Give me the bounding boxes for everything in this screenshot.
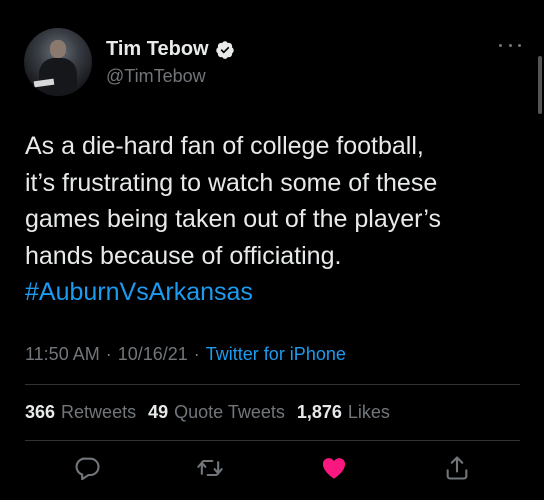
divider [25,384,520,385]
tweet-stats: 366 Retweets 49 Quote Tweets 1,876 Likes [25,402,402,423]
retweets-label[interactable]: Retweets [61,402,136,423]
author-name[interactable]: Tim Tebow [106,38,209,61]
author-handle[interactable]: @TimTebow [106,66,206,87]
divider [25,440,520,441]
author-name-row: Tim Tebow [106,38,235,61]
tweet-body: As a die-hard fan of college football, i… [25,132,442,270]
meta-separator: · [105,344,112,364]
more-options-icon[interactable] [499,40,521,50]
retweet-icon[interactable] [196,454,224,482]
share-icon[interactable] [443,454,471,482]
likes-count[interactable]: 1,876 [297,402,342,423]
tweet-actions [0,448,544,488]
verified-badge-icon [215,40,234,59]
quotes-count[interactable]: 49 [148,402,168,423]
meta-separator: · [193,344,200,364]
hashtag-link[interactable]: #AuburnVsArkansas [25,278,253,306]
tweet-detail: Tim Tebow @TimTebow As a die-hard fan of… [0,0,544,500]
tweet-time[interactable]: 11:50 AM [25,344,100,365]
tweet-text: As a die-hard fan of college football, i… [25,128,525,311]
tweet-source-link[interactable]: Twitter for iPhone [206,344,346,365]
reply-icon[interactable] [74,454,102,482]
tweet-meta: 11:50 AM · 10/16/21 · Twitter for iPhone [25,344,346,365]
tweet-date[interactable]: 10/16/21 [118,344,188,365]
like-icon[interactable] [320,454,348,482]
avatar[interactable] [24,28,92,96]
retweets-count[interactable]: 366 [25,402,55,423]
likes-label[interactable]: Likes [348,402,390,423]
scrollbar[interactable] [538,56,542,114]
quotes-label[interactable]: Quote Tweets [174,402,285,423]
